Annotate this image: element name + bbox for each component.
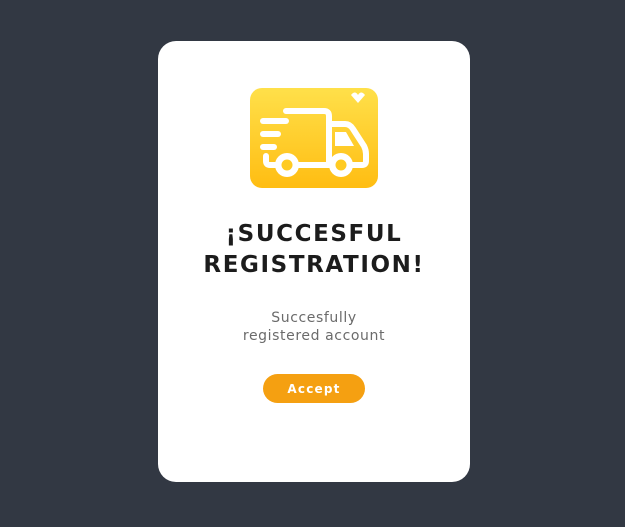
dialog-message: Succesfully registered account xyxy=(158,309,470,345)
dialog-message-line2: registered account xyxy=(242,328,386,344)
dialog-title-line2: REGISTRATION! xyxy=(203,252,425,278)
success-dialog: ¡SUCCESFUL REGISTRATION! Succesfully reg… xyxy=(158,41,470,482)
dialog-message-line1: Succesfully xyxy=(271,310,357,326)
delivery-truck-icon xyxy=(250,88,378,188)
dialog-title-line1: ¡SUCCESFUL xyxy=(225,221,403,247)
dialog-title: ¡SUCCESFUL REGISTRATION! xyxy=(158,219,470,281)
accept-button[interactable]: Accept xyxy=(263,374,365,403)
